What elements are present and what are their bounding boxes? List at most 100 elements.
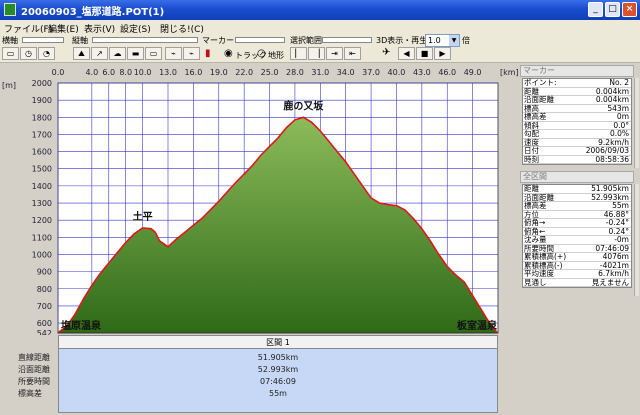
menu-view[interactable]: 表示(V) [84,22,115,35]
menu-settings[interactable]: 設定(S) [120,22,151,35]
x-tick-label: 37.0 [362,68,380,77]
all-key: 距離 [524,184,539,193]
marker-slider[interactable] [235,37,285,43]
y-tick-label: 1500 [32,165,52,174]
y-tick-label: 1100 [32,233,52,242]
terrain-radio-icon[interactable]: ○ [257,48,266,59]
y-tick-label: 1900 [32,96,52,105]
row-label-straight-distance: 直線距離 [18,353,50,362]
menu-close[interactable]: 閉じる!(C) [160,22,204,35]
plug-right-button[interactable]: ⌁ [183,47,200,60]
window-title: 20060903_塩那道路.POT(1) [21,7,165,18]
range-set-button[interactable]: ⇥ [326,47,343,60]
y-tick-label: 1300 [32,199,52,208]
maximize-button[interactable]: □ [605,2,620,17]
menu-edit[interactable]: 編集(E) [48,22,79,35]
all-value: -0.24° [605,218,629,227]
chevron-down-icon: ▼ [449,35,459,46]
all-value: 6.7km/h [598,269,629,278]
x-tick-label: 16.0 [184,68,202,77]
x-tick-label: 25.0 [261,68,279,77]
straight-distance-value: 51.905km [257,353,299,362]
peak-annotation: 塩原温泉 [61,319,102,332]
play-back-button[interactable]: ◀ [398,47,415,60]
range-slider[interactable] [322,37,372,43]
car-button[interactable]: ▬ [127,47,144,60]
all-key: 見通し [524,277,547,287]
all-value: 55m [612,201,629,210]
y-tick-label: 1700 [32,130,52,139]
x-tick-label: 6.0 [102,68,115,77]
x-tick-label: 43.0 [413,68,431,77]
marker-key: 時刻 [524,154,539,164]
marker-panel-header: マーカー [520,65,634,77]
all-row: 見通し 見えません [523,277,631,287]
terrain-option-label[interactable]: 地形 [268,50,284,61]
track-radio-icon[interactable]: ◉ [224,48,233,59]
speed-select[interactable]: 1.0 ▼ [425,34,460,47]
y-tick-label: 1400 [32,182,52,191]
x-tick-label: 40.0 [388,68,406,77]
elevation-chart[interactable]: 0.0 4.0 6.0 8.0 10.0 13.0 16.0 19.0 22.0 25.0 28.0… [0,63,518,335]
all-value: 51.905km [591,184,629,193]
x-tick-label: 46.0 [438,68,456,77]
x-tick-label: 4.0 [85,68,98,77]
minimize-button[interactable]: _ [588,2,603,17]
menu-file[interactable]: ファイル(F) [4,22,52,35]
section-header[interactable]: 区間 1 [59,336,497,349]
all-key: 俯角→ [524,218,546,227]
speed-unit: 倍 [462,36,470,45]
x-tick-label: 31.0 [311,68,329,77]
y-tick-label: 1200 [32,216,52,225]
row-label-elevation-diff: 標高差 [18,389,42,398]
all-key: 標高差 [524,201,547,210]
y-tick-label: 900 [37,268,52,277]
plug-left-button[interactable]: ⌁ [165,47,182,60]
range-clear-button[interactable]: ⇤ [344,47,361,60]
route-button[interactable]: ↗ [91,47,108,60]
compass-3d-icon[interactable]: ✈ [382,47,390,58]
speed-value: 1.0 [428,36,441,45]
y-tick-label: 542 [37,329,52,335]
vertical-axis-label: 縦軸 [72,36,88,45]
elapsed-time-value: 07:46:09 [260,377,296,386]
all-value: -0m [614,235,629,244]
x-tick-label: 8.0 [119,68,132,77]
play-forward-button[interactable]: ▶ [434,47,451,60]
marker-key: ポイント: [524,78,557,87]
y-tick-label: 1600 [32,148,52,157]
timer-button[interactable]: ◔ [38,47,55,60]
cloud-button[interactable]: ☁ [109,47,126,60]
marker-key: 標高差 [524,112,547,121]
x-tick-label: 34.0 [337,68,355,77]
marker-label: マーカー [202,36,234,45]
y-tick-label: 1800 [32,113,52,122]
marker-value: 0.0% [609,129,629,138]
range-right-button[interactable]: ▕ [308,47,325,60]
clock-button[interactable]: ◷ [20,47,37,60]
all-section-scrollbar[interactable] [634,184,639,296]
y-tick-label: 600 [37,319,52,328]
all-panel-header: 全区間 [520,171,634,183]
marker-value: No. 2 [609,78,629,87]
vertical-axis-slider[interactable] [92,37,198,43]
marker-key: 沿面距離 [524,95,554,104]
marker-key: 勾配 [524,129,539,138]
all-value: 見えません [591,277,629,287]
x-tick-label: 0.0 [52,68,65,77]
x-tick-label: 28.0 [286,68,304,77]
mountain-profile-button[interactable]: ⛰ [73,47,90,60]
close-button[interactable]: × [622,2,637,17]
stop-button[interactable]: ■ [416,47,433,60]
marker-scrollbar[interactable] [634,78,639,168]
range-left-button[interactable]: ▏ [290,47,307,60]
fit-width-button[interactable]: ▭ [2,47,19,60]
red-marker-icon[interactable]: ▮ [205,48,211,59]
horizontal-axis-slider[interactable] [22,37,64,43]
info-panel: マーカー ポイント: No. 2 距離 0.004km 沿面距離 0.004km 標高 543… [518,63,640,415]
marker-value: 2006/09/03 [585,146,629,155]
x-tick-label: 49.0 [464,68,482,77]
marker-row: 時刻 08:58:36 [523,154,631,164]
peak-annotation: 板室温泉 [457,319,498,332]
bus-button[interactable]: ▭ [145,47,162,60]
